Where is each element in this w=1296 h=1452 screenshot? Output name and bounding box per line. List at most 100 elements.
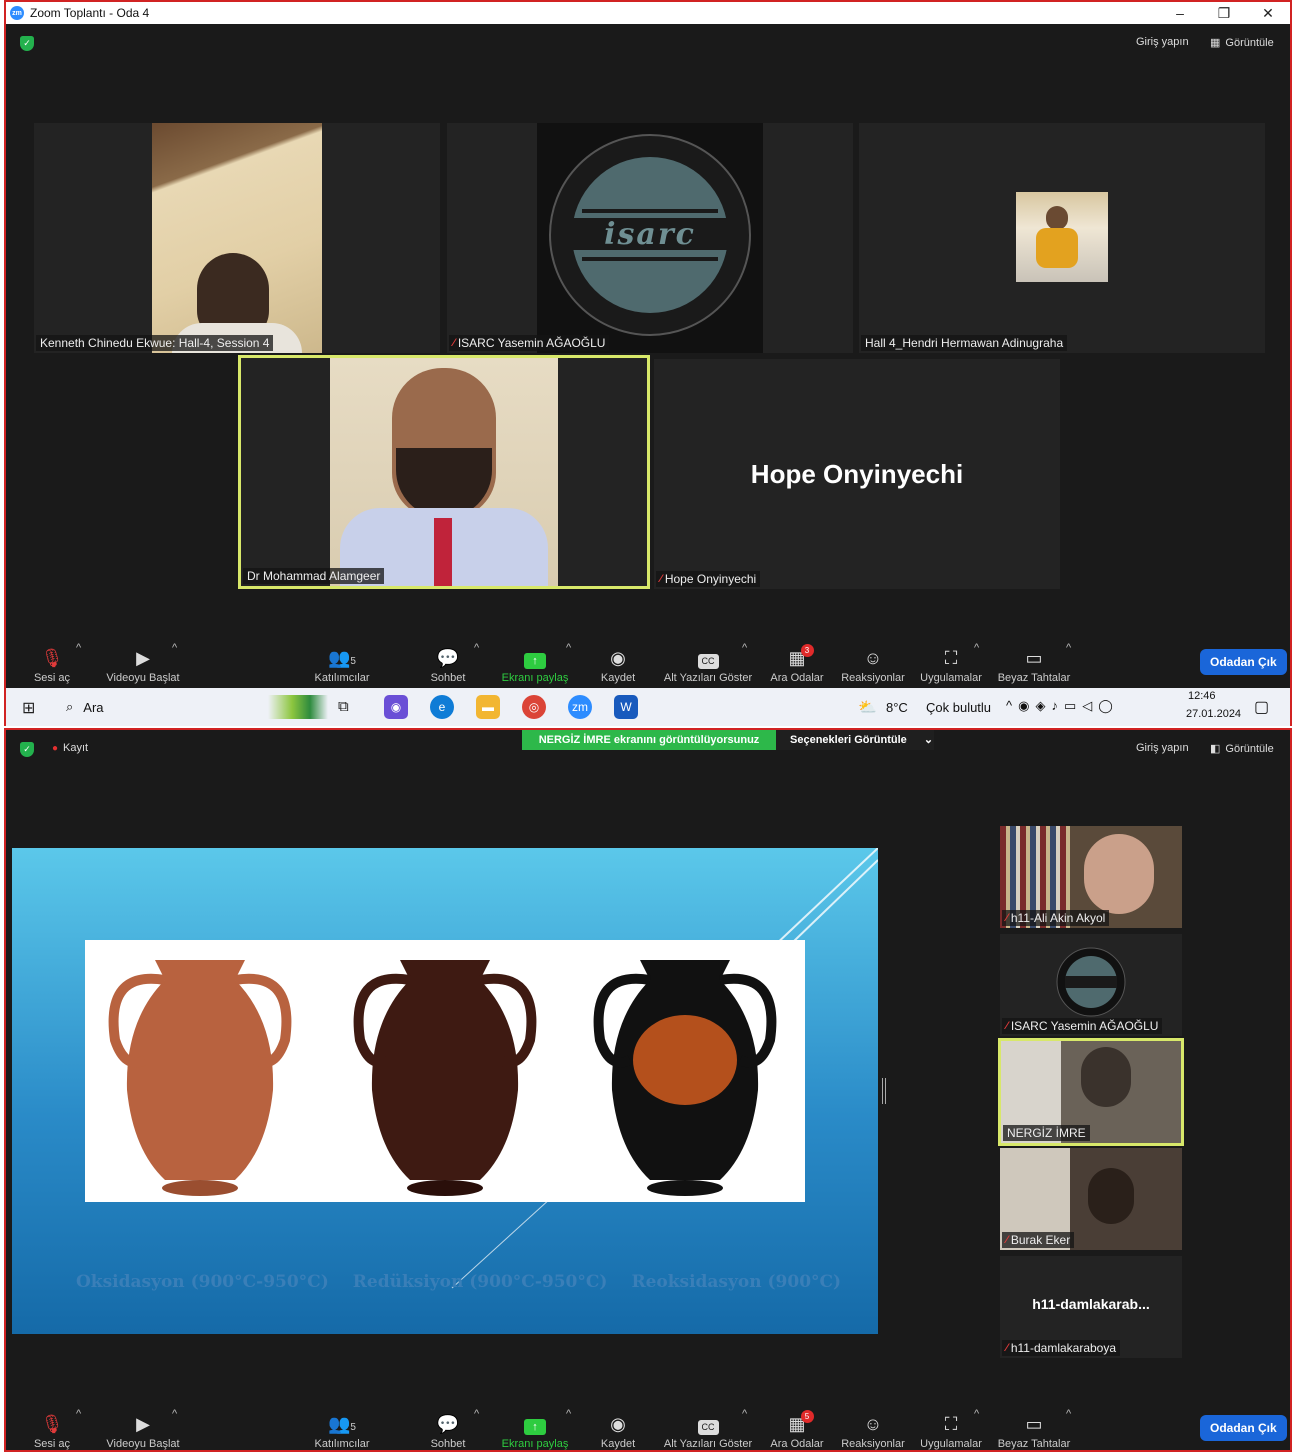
taskbar-search[interactable]: ⌕ Ara [58,692,328,722]
leave-room-button[interactable]: Odadan Çık [1200,1415,1287,1441]
slide-caption-oxidation: Oksidasyon (900°C-950°C) [76,1272,329,1292]
breakout-rooms-label: Ara Odalar [770,1438,824,1450]
layout-icon: ◧ [1210,743,1221,755]
slide-captions: Oksidasyon (900°C-950°C) Redüksiyon (900… [76,1272,876,1292]
view-options-button[interactable]: Seçenekleri Görüntüle ⌄ [776,730,934,750]
thumbnail-tile-damla[interactable]: h11-damlakarab... ⁄ h11-damlakaraboya [1000,1256,1182,1358]
participant-name-label: NERGİZ İMRE [1007,1126,1086,1140]
whiteboard-icon: ▭ [1025,648,1043,668]
chat-label: Sohbet [430,1438,466,1450]
chat-button[interactable]: 💬 Sohbet [424,1402,472,1452]
video-tile-hendri[interactable]: Hall 4_Hendri Hermawan Adinugraha [859,123,1265,353]
mic-off-icon: 🎙 [40,1414,64,1434]
video-off-icon: ▶ [136,1414,150,1434]
participant-name: ⁄ h11-damlakaraboya [1002,1340,1121,1356]
participant-name-label: h11-Ali Akin Akyol [1010,911,1106,925]
record-label: Kaydet [600,1438,636,1450]
clock-date: 27.01.2024 [1186,708,1242,720]
copilot-icon[interactable]: ◉ [384,695,408,719]
breakout-rooms-button[interactable]: ▦ 5 Ara Odalar [768,1402,826,1452]
share-screen-button[interactable]: ↑ Ekranı paylaş [500,1402,570,1452]
video-tile-kenneth[interactable]: Kenneth Chinedu Ekwue: Hall-4, Session 4 [34,123,440,353]
record-button[interactable]: ◉ Kaydet [596,636,640,686]
apps-icon: ⛶ [944,1414,958,1434]
zoom-taskbar-icon[interactable]: zm [568,695,592,719]
whiteboard-options-caret[interactable]: ^ [1066,1408,1071,1420]
minimize-button[interactable]: – [1158,2,1202,24]
captions-button[interactable]: CC Alt Yazıları Göster [662,636,754,686]
video-off-icon: ▶ [136,648,150,668]
captions-options-caret[interactable]: ^ [742,1408,747,1420]
apps-options-caret[interactable]: ^ [974,1408,979,1420]
video-tile-hope[interactable]: Hope Onyinyechi ⁄ Hope Onyinyechi [654,359,1060,589]
encryption-shield-icon[interactable]: ✓ [20,742,34,757]
reactions-icon: ☺ [863,648,883,668]
participant-name-label: Kenneth Chinedu Ekwue: Hall-4, Session 4 [40,336,270,350]
breakout-count-badge: 5 [800,1410,814,1423]
system-tray-icons[interactable]: ^◉◈♪▭◁◯ [1006,698,1119,714]
participant-name: ⁄ h11-Ali Akin Akyol [1002,910,1110,926]
participants-count: 5 [350,656,356,667]
chat-icon: 💬 [436,648,460,668]
share-options-caret[interactable]: ^ [566,1408,571,1420]
start-video-label: Videoyu Başlat [106,1438,180,1450]
word-icon[interactable]: W [614,695,638,719]
participants-label: Katılımcılar [314,1438,370,1450]
whiteboard-button[interactable]: ▭ Beyaz Tahtalar [996,1402,1072,1452]
unmute-button[interactable]: 🎙 Sesi aç [30,636,74,686]
recording-indicator[interactable]: ● Kayıt [52,742,88,754]
thumbnail-tile-isarc[interactable]: ⁄ ISARC Yasemin AĞAOĞLU [1000,934,1182,1036]
chat-button[interactable]: 💬 Sohbet [424,636,472,686]
share-screen-button[interactable]: ↑ Ekranı paylaş [500,636,570,686]
video-tile-isarc[interactable]: isarc ⁄ ISARC Yasemin AĞAOĞLU [447,123,853,353]
participants-button[interactable]: 👥5 Katılımcılar [310,636,374,686]
whiteboard-button[interactable]: ▭ Beyaz Tahtalar [996,636,1072,686]
weather-cloud-icon[interactable]: ⛅ [858,698,877,716]
participants-label: Katılımcılar [314,672,370,684]
chrome-browser-icon[interactable]: ◎ [522,695,546,719]
participant-name: ⁄ Hope Onyinyechi [656,571,761,587]
video-tile-mohammad-active-speaker[interactable]: Dr Mohammad Alamgeer [238,355,650,589]
chat-options-caret[interactable]: ^ [474,1408,479,1420]
chat-options-caret[interactable]: ^ [474,642,479,654]
windows-start-icon[interactable]: ⊞ [22,698,35,718]
participant-name-label: ISARC Yasemin AĞAOĞLU [457,336,606,350]
file-explorer-icon[interactable]: ▬ [476,695,500,719]
participant-name: Kenneth Chinedu Ekwue: Hall-4, Session 4 [36,335,274,351]
thumbnail-tile-nergiz-active-speaker[interactable]: NERGİZ İMRE [998,1038,1184,1146]
participants-button[interactable]: 👥5 Katılımcılar [310,1402,374,1452]
notification-icon[interactable]: ▢ [1254,697,1269,717]
thumbnail-tile-burak[interactable]: ⁄ Burak Eker [1000,1148,1182,1250]
unmute-button[interactable]: 🎙 Sesi aç [30,1402,74,1452]
apps-options-caret[interactable]: ^ [974,642,979,654]
leave-room-button[interactable]: Odadan Çık [1200,649,1287,675]
captions-label: Alt Yazıları Göster [663,672,753,684]
share-screen-label: Ekranı paylaş [501,672,569,684]
video-options-caret[interactable]: ^ [172,1408,177,1420]
share-options-caret[interactable]: ^ [566,642,571,654]
edge-browser-icon[interactable]: e [430,695,454,719]
video-options-caret[interactable]: ^ [172,642,177,654]
close-button[interactable]: ✕ [1246,2,1290,24]
reactions-button[interactable]: ☺ Reaksiyonlar [840,636,906,686]
task-view-icon[interactable]: ⧉ [338,698,349,715]
thumbnail-tile-ali[interactable]: ⁄ h11-Ali Akin Akyol [1000,826,1182,928]
bird-search-highlight-icon [268,695,328,719]
breakout-rooms-button[interactable]: ▦ 3 Ara Odalar [768,636,826,686]
whiteboard-options-caret[interactable]: ^ [1066,642,1071,654]
restore-button[interactable]: ❐ [1202,2,1246,24]
record-button[interactable]: ◉ Kaydet [596,1402,640,1452]
splitter-handle[interactable] [882,1078,886,1104]
sign-in-button[interactable]: Giriş yapın [1136,742,1189,754]
captions-button[interactable]: CC Alt Yazıları Göster [662,1402,754,1452]
sign-in-button[interactable]: Giriş yapın [1136,36,1189,48]
mic-muted-icon: ⁄ [660,573,662,585]
audio-options-caret[interactable]: ^ [76,642,81,654]
audio-options-caret[interactable]: ^ [76,1408,81,1420]
encryption-shield-icon[interactable]: ✓ [20,36,34,51]
view-button[interactable]: ◧ Görüntüle [1210,742,1274,756]
captions-options-caret[interactable]: ^ [742,642,747,654]
window-title: Zoom Toplantı - Oda 4 [30,6,150,20]
reactions-button[interactable]: ☺ Reaksiyonlar [840,1402,906,1452]
view-button[interactable]: ▦ Görüntüle [1210,36,1274,50]
